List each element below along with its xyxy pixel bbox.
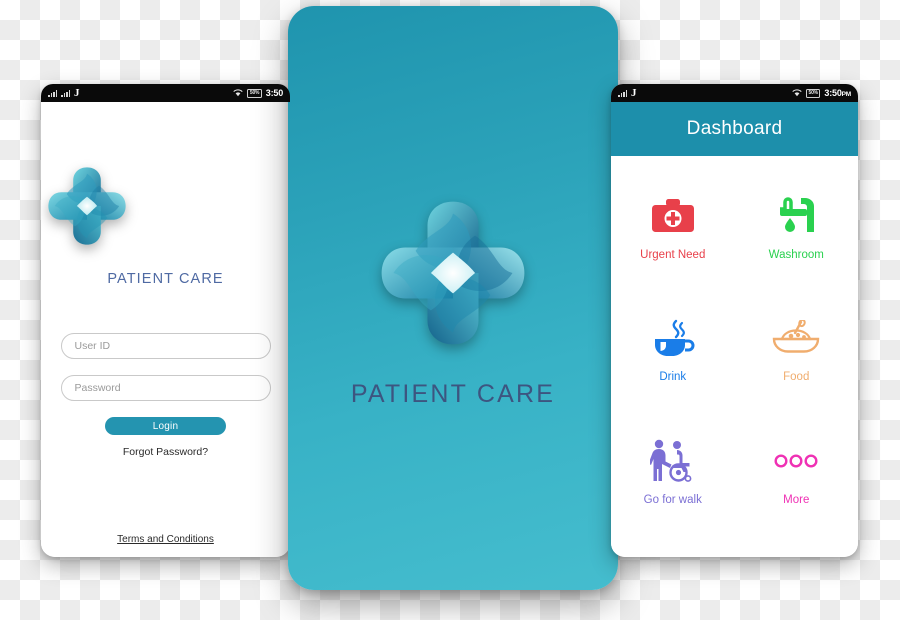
terms-and-conditions-link[interactable]: Terms and Conditions xyxy=(41,534,290,545)
battery-icon: 50% xyxy=(806,88,821,98)
carrier-label: J xyxy=(631,86,637,99)
wifi-icon xyxy=(792,89,802,97)
app-title: PATIENT CARE xyxy=(107,271,224,287)
coffee-cup-icon xyxy=(651,312,695,364)
patient-care-logo xyxy=(48,167,126,245)
status-bar: J 50% 3:50 xyxy=(41,84,290,102)
status-bar-left: J xyxy=(618,86,637,99)
phone-splash-screen: PATIENT CARE xyxy=(288,6,618,590)
battery-icon: 50% xyxy=(247,88,262,98)
forgot-password-link[interactable]: Forgot Password? xyxy=(41,446,290,458)
tile-drink[interactable]: Drink xyxy=(611,312,735,434)
login-screen-body: PATIENT CARE User ID Password Login Forg… xyxy=(41,102,290,557)
carrier-label: J xyxy=(74,86,80,99)
first-aid-kit-icon xyxy=(650,190,696,242)
phone-login-screen: J 50% 3:50 PATIENT CARE User ID Password… xyxy=(41,84,290,557)
tile-go-for-walk[interactable]: Go for walk xyxy=(611,435,735,557)
user-id-placeholder: User ID xyxy=(74,340,111,352)
wheelchair-assist-icon xyxy=(649,435,696,487)
dashboard-tile-grid: Urgent Need Washroom Drink Food Go for w… xyxy=(611,156,858,557)
dashboard-header: Dashboard xyxy=(611,102,858,156)
app-title: PATIENT CARE xyxy=(350,379,556,408)
tile-washroom[interactable]: Washroom xyxy=(735,190,859,312)
password-placeholder: Password xyxy=(74,382,121,394)
tile-label: Washroom xyxy=(768,249,824,261)
tile-urgent-need[interactable]: Urgent Need xyxy=(611,190,735,312)
phone-dashboard-screen: J 50% 3:50PM Dashboard Urgent Need Washr… xyxy=(611,84,858,557)
clock-label: 3:50 xyxy=(265,88,283,98)
signal-bars-icon xyxy=(61,89,70,97)
password-field[interactable]: Password xyxy=(60,375,271,401)
login-button[interactable]: Login xyxy=(105,417,226,435)
page-title: Dashboard xyxy=(686,118,783,139)
tile-label: Drink xyxy=(659,371,687,384)
faucet-water-icon xyxy=(775,190,817,242)
status-bar: J 50% 3:50PM xyxy=(611,84,858,102)
status-bar-left: J xyxy=(48,86,80,99)
tile-label: Urgent Need xyxy=(640,249,706,261)
clock-label: 3:50PM xyxy=(824,88,851,98)
food-bowl-icon xyxy=(771,312,821,364)
tile-label: Food xyxy=(783,371,810,384)
status-bar-right: 50% 3:50 xyxy=(233,88,283,98)
tile-label: More xyxy=(783,493,810,506)
status-bar-right: 50% 3:50PM xyxy=(792,88,851,98)
signal-bars-icon xyxy=(618,89,627,97)
signal-bars-icon xyxy=(48,89,57,97)
tile-more[interactable]: More xyxy=(735,435,859,557)
three-dots-icon xyxy=(773,435,819,487)
user-id-field[interactable]: User ID xyxy=(60,333,271,359)
patient-care-logo xyxy=(381,201,525,344)
wifi-icon xyxy=(233,89,244,97)
tile-food[interactable]: Food xyxy=(735,312,859,434)
tile-label: Go for walk xyxy=(643,493,702,506)
